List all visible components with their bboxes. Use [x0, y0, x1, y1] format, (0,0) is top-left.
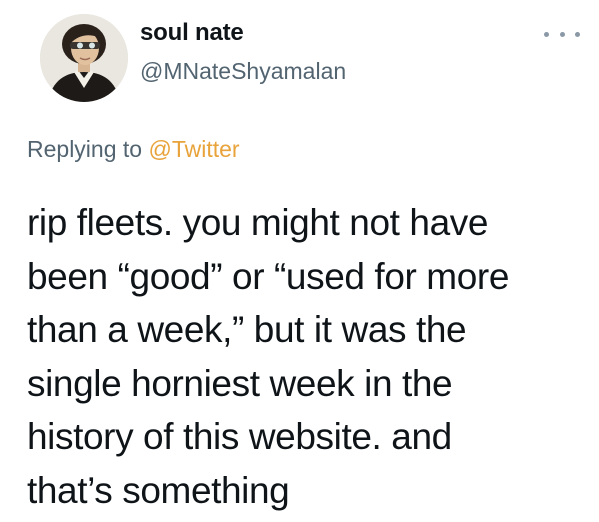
- avatar[interactable]: [40, 14, 128, 102]
- tweet-text: rip fleets. you might not have been “goo…: [27, 196, 592, 517]
- tweet-text-line: that’s something: [27, 469, 290, 511]
- portrait-avatar-icon: [40, 14, 128, 102]
- tweet-text-line: rip fleets. you might not have: [27, 202, 489, 243]
- tweet-text-line: than a week,” but it was the: [27, 309, 467, 350]
- author-handle[interactable]: @MNateShyamalan: [140, 58, 346, 85]
- reply-mention-link[interactable]: @Twitter: [148, 136, 239, 162]
- tweet-text-line: single horniest week in the: [27, 362, 453, 404]
- tweet: soul nate @MNateShyamalan Replying to @T…: [0, 0, 599, 522]
- more-dot: [559, 31, 565, 37]
- author-display-name[interactable]: soul nate: [140, 19, 244, 47]
- replying-to-line: Replying to @Twitter: [27, 136, 240, 163]
- tweet-text-line: history of this website. and: [27, 416, 452, 457]
- more-options-icon[interactable]: [544, 24, 580, 44]
- replying-to-label: Replying to: [27, 136, 149, 162]
- tweet-text-line: been “good” or “used for more: [27, 255, 509, 297]
- more-dot: [575, 31, 580, 37]
- more-dot: [544, 31, 549, 37]
